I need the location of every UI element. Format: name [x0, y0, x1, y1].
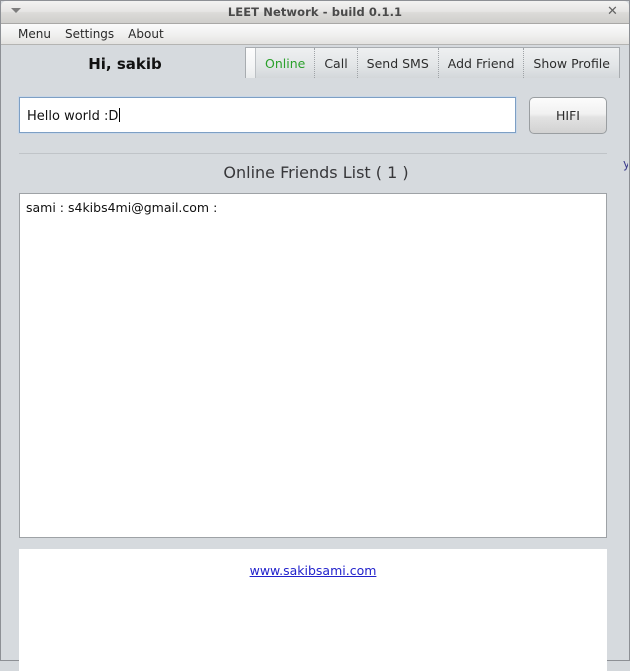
app-window: LEET Network - build 0.1.1 ✕ Menu Settin… [0, 0, 630, 671]
list-item[interactable]: sami : s4kibs4mi@gmail.com : [26, 199, 606, 216]
close-icon[interactable]: ✕ [605, 4, 620, 19]
menu-item-menu[interactable]: Menu [11, 27, 58, 41]
message-input[interactable] [18, 96, 517, 134]
tab-bar: Online Call Send SMS Add Friend Show Pro… [245, 47, 620, 78]
menu-item-about[interactable]: About [121, 27, 170, 41]
caret-down-icon[interactable] [11, 8, 21, 13]
send-button[interactable]: HIFI [529, 97, 607, 134]
section-divider [19, 153, 607, 154]
friends-list[interactable]: sami : s4kibs4mi@gmail.com : [19, 193, 607, 538]
tab-add-friend[interactable]: Add Friend [439, 48, 525, 78]
title-bar: LEET Network - build 0.1.1 ✕ [1, 1, 629, 24]
friends-list-title: Online Friends List ( 1 ) [223, 163, 409, 182]
menu-item-settings[interactable]: Settings [58, 27, 121, 41]
window-title: LEET Network - build 0.1.1 [227, 5, 403, 19]
footer-panel: www.sakibsami.com [19, 549, 607, 671]
tab-show-profile[interactable]: Show Profile [524, 48, 619, 78]
menu-bar: Menu Settings About [1, 24, 629, 45]
website-link[interactable]: www.sakibsami.com [250, 563, 377, 578]
tab-bar-left-cap [246, 48, 256, 78]
clipped-edge-glyph: y [623, 157, 628, 171]
tab-call[interactable]: Call [315, 48, 358, 78]
tab-send-sms[interactable]: Send SMS [358, 48, 439, 78]
greeting-label: Hi, sakib [88, 55, 162, 73]
main-content: Hi, sakib Online Call Send SMS Add Frien… [1, 45, 629, 671]
tab-online[interactable]: Online [256, 48, 316, 78]
